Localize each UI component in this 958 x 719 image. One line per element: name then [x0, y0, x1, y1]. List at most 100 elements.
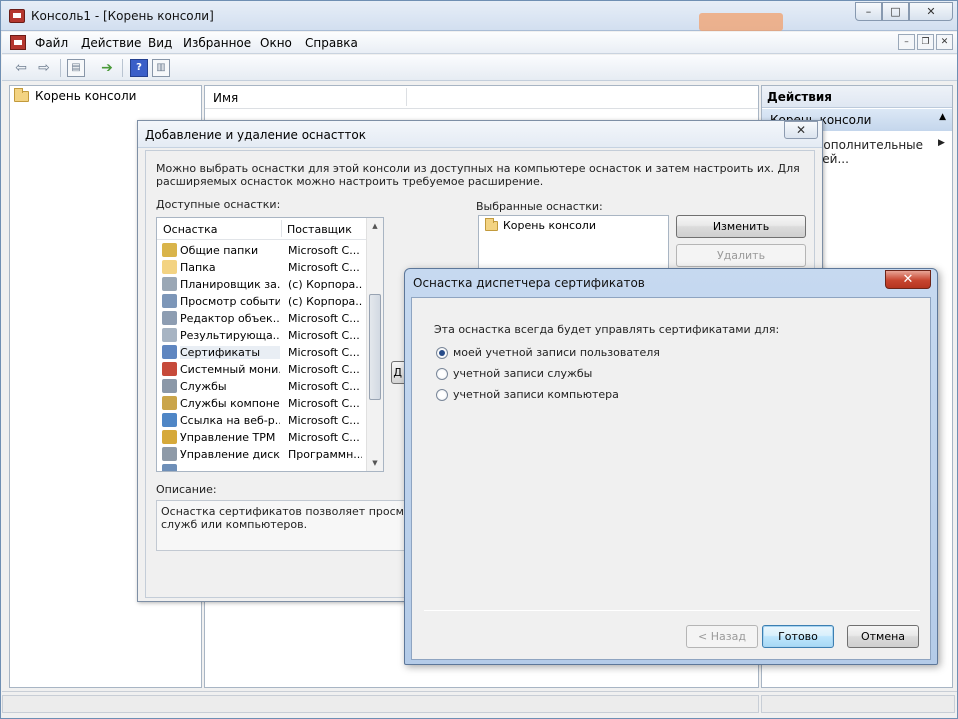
snapin-row[interactable]: Службы Microsoft C...	[157, 378, 366, 395]
snapin-row[interactable]: Папка Microsoft C...	[157, 259, 366, 276]
actions-header: Действия	[762, 86, 952, 108]
snapin-name: Папка	[180, 261, 216, 274]
snapin-row[interactable]: Управление диск... Программн...	[157, 446, 366, 463]
available-snapins-list[interactable]: Оснастка Поставщик Общие папки Microsoft …	[156, 217, 384, 472]
dialog-content: Эта оснастка всегда будет управлять серт…	[411, 297, 931, 660]
mdi-close-button[interactable]: ✕	[936, 34, 953, 50]
document-icon[interactable]	[10, 35, 26, 50]
menu-favorites[interactable]: Избранное	[183, 36, 251, 50]
menu-action[interactable]: Действие	[81, 36, 141, 50]
scroll-thumb[interactable]	[369, 294, 381, 400]
mmc-app-icon[interactable]	[9, 9, 25, 23]
cancel-button[interactable]: Отмена	[847, 625, 919, 648]
snapin-vendor: (с) Корпора...	[288, 295, 362, 308]
tree-node-console-root[interactable]: Корень консоли	[14, 87, 137, 103]
remove-button[interactable]: Удалить	[676, 244, 806, 267]
snapin-row[interactable]: Управление TPM Microsoft C...	[157, 429, 366, 446]
radio-service-account[interactable]: учетной записи службы	[436, 367, 592, 380]
snapin-row[interactable]: Ссылка на веб-р... Microsoft C...	[157, 412, 366, 429]
dialog-title: Оснастка диспетчера сертификатов	[413, 276, 645, 290]
mdi-minimize-button[interactable]: –	[898, 34, 915, 50]
scroll-up-arrow-icon[interactable]: ▲	[367, 218, 383, 234]
radio-button[interactable]	[436, 388, 448, 401]
list-header: Оснастка Поставщик	[157, 218, 366, 240]
collapse-arrow-icon[interactable]: ▲	[939, 112, 946, 122]
selected-snapins-list[interactable]: Корень консоли	[478, 215, 669, 275]
toolbar: ⇦ ⇨ ▤ ➔ ? ▥	[2, 55, 957, 81]
snapin-vendor: Microsoft C...	[288, 380, 360, 393]
snapin-vendor: Microsoft C...	[288, 363, 360, 376]
snapin-row[interactable]: Общие папки Microsoft C...	[157, 242, 366, 259]
minimize-button[interactable]: –	[855, 2, 882, 21]
folder-icon	[14, 87, 29, 102]
radio-button[interactable]	[436, 346, 448, 359]
mdi-restore-button[interactable]: ❐	[917, 34, 934, 50]
background-blur-button	[699, 13, 783, 31]
window-controls: – □ ✕	[855, 2, 953, 21]
snapin-row[interactable]: Системный мони... Microsoft C...	[157, 361, 366, 378]
title-bar: Консоль1 - [Корень консоли] – □ ✕	[1, 1, 957, 31]
column-divider[interactable]	[406, 88, 407, 106]
show-hide-tree-icon[interactable]: ▤	[67, 59, 85, 77]
column-header[interactable]: Имя	[205, 86, 758, 109]
snapin-row[interactable]: Планировщик за... (с) Корпора...	[157, 276, 366, 293]
snapin-vendor: Microsoft C...	[288, 329, 360, 342]
dialog-close-button[interactable]: ✕	[885, 270, 931, 289]
maximize-button[interactable]: □	[882, 2, 909, 21]
snapin-vendor: Microsoft C...	[288, 431, 360, 444]
radio-label: учетной записи компьютера	[453, 388, 619, 401]
scheduler-icon	[162, 277, 177, 291]
snapin-name: Системный мони...	[180, 363, 280, 376]
show-action-pane-icon[interactable]: ▥	[152, 59, 170, 77]
snapin-row[interactable]: Результирующа... Microsoft C...	[157, 327, 366, 344]
tpm-icon	[162, 430, 177, 444]
snapin-row[interactable]: ......	[157, 463, 366, 472]
tree-node-label: Корень консоли	[35, 89, 137, 103]
snapin-name: Службы компоне...	[180, 397, 280, 410]
menu-help[interactable]: Справка	[305, 36, 358, 50]
folder-icon	[485, 217, 498, 231]
back-button[interactable]: < Назад	[686, 625, 758, 648]
radio-user-account[interactable]: моей учетной записи пользователя	[436, 346, 660, 359]
menu-window[interactable]: Окно	[260, 36, 292, 50]
snapin-row[interactable]: Редактор объек... Microsoft C...	[157, 310, 366, 327]
export-list-icon[interactable]: ➔	[98, 59, 116, 77]
radio-computer-account[interactable]: учетной записи компьютера	[436, 388, 619, 401]
scroll-down-arrow-icon[interactable]: ▼	[367, 455, 383, 471]
add-button[interactable]: Д	[391, 361, 405, 384]
snapin-vendor: Microsoft C...	[288, 312, 360, 325]
selected-snapin-label: Корень консоли	[503, 219, 596, 232]
close-button[interactable]: ✕	[909, 2, 953, 21]
snapin-row[interactable]: Службы компоне... Microsoft C...	[157, 395, 366, 412]
dialog-close-button[interactable]: ✕	[784, 121, 818, 139]
snapin-row[interactable]: Просмотр событий (с) Корпора...	[157, 293, 366, 310]
column-divider[interactable]	[281, 220, 282, 237]
radio-button[interactable]	[436, 367, 448, 380]
mdi-controls: – ❐ ✕	[898, 34, 953, 50]
column-vendor[interactable]: Поставщик	[287, 223, 352, 236]
disk-management-icon	[162, 447, 177, 461]
snapin-name: Сертификаты	[180, 346, 280, 359]
submenu-arrow-icon: ▶	[938, 138, 945, 148]
finish-button[interactable]: Готово	[762, 625, 834, 648]
description-text-line: Оснастка сертификатов позволяет просматр…	[161, 505, 410, 518]
forward-arrow-icon[interactable]: ⇨	[35, 59, 53, 77]
help-icon[interactable]: ?	[130, 59, 148, 77]
services-icon	[162, 379, 177, 393]
menu-file[interactable]: Файл	[35, 36, 68, 50]
dialog-intro-text: Можно выбрать оснастки для этой консоли …	[156, 162, 800, 188]
snapin-name: ...	[180, 465, 191, 472]
snapin-row[interactable]: Сертификаты Microsoft C...	[157, 344, 366, 361]
back-arrow-icon[interactable]: ⇦	[12, 59, 30, 77]
shared-folders-icon	[162, 243, 177, 257]
more-actions-item[interactable]: Дополнительные дей... ▶	[814, 138, 952, 166]
menu-view[interactable]: Вид	[148, 36, 172, 50]
description-box: Оснастка сертификатов позволяет просматр…	[156, 500, 411, 551]
snapin-vendor: (с) Корпора...	[288, 278, 362, 291]
list-item[interactable]: Корень консоли	[485, 217, 596, 232]
component-services-icon	[162, 396, 177, 410]
column-snapin[interactable]: Оснастка	[163, 223, 217, 236]
vertical-scrollbar[interactable]: ▲ ▼	[366, 218, 383, 471]
edit-extensions-button[interactable]: Изменить расширения...	[676, 215, 806, 254]
snapin-vendor: ...	[288, 465, 299, 472]
